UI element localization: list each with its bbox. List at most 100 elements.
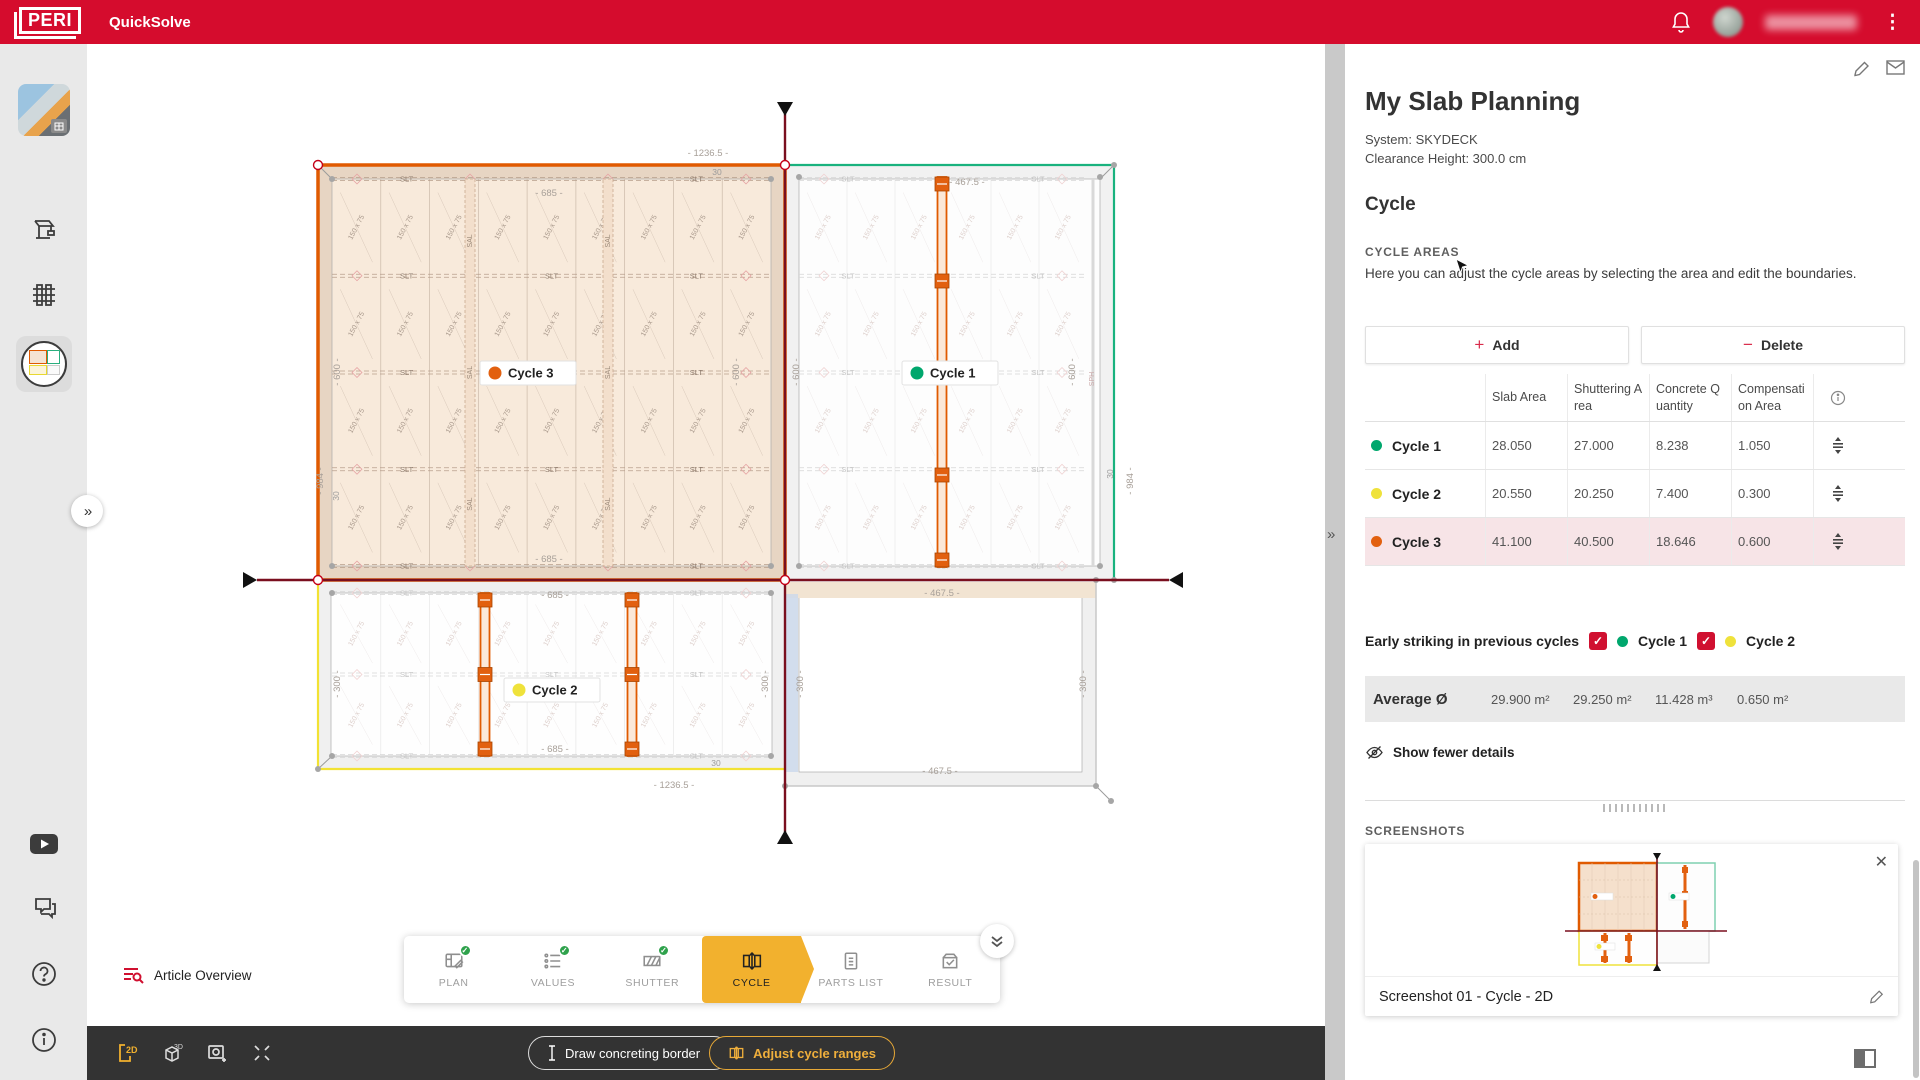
completed-badge-icon: ✓	[459, 944, 472, 957]
tab-label: PLAN	[439, 977, 469, 989]
help-icon	[30, 960, 58, 988]
sidebar-item-youtube[interactable]	[0, 834, 87, 854]
tab-label: PARTS LIST	[818, 977, 883, 989]
sidebar-item-feedback[interactable]	[0, 896, 87, 922]
cycle-name: Cycle 1	[1392, 438, 1441, 454]
adjust-boundaries-icon[interactable]	[1830, 533, 1846, 550]
article-overview-button[interactable]: Article Overview	[123, 966, 252, 984]
svg-text:SAL: SAL	[467, 366, 474, 379]
completed-badge-icon: ✓	[558, 944, 571, 957]
svg-text:30: 30	[711, 758, 721, 768]
column-header: Compensation Area	[1731, 374, 1813, 421]
cycle-boundary-beam[interactable]	[478, 593, 492, 756]
adjust-cycle-ranges-button[interactable]: Adjust cycle ranges	[709, 1036, 895, 1070]
early-striking-checkbox[interactable]: ✓	[1589, 632, 1607, 650]
tab-parts-list[interactable]: PARTS LIST	[801, 936, 900, 1003]
svg-text:SAL: SAL	[467, 497, 474, 510]
svg-text:SLT: SLT	[690, 465, 704, 474]
tab-values[interactable]: ✓VALUES	[503, 936, 602, 1003]
adjust-boundaries-icon[interactable]	[1830, 437, 1846, 454]
table-row[interactable]: Cycle 220.55020.2507.4000.300	[1365, 470, 1905, 518]
svg-text:SLT: SLT	[841, 175, 855, 184]
completed-badge-icon: ✓	[657, 944, 670, 957]
value-cell: 41.100	[1485, 518, 1567, 565]
panel-resize-divider[interactable]: »	[1325, 44, 1345, 1080]
cycle-boundary-beam[interactable]	[625, 593, 639, 756]
add-cycle-button[interactable]: + Add	[1365, 326, 1629, 364]
average-label: Average Ø	[1365, 691, 1485, 708]
sidebar-item-crane[interactable]	[0, 214, 87, 244]
drawing-canvas[interactable]: SLTSLTSLTSLTSLTSLTSLTSLTSLTSLTSLTSLTSLTS…	[87, 44, 1325, 1080]
early-striking-checkbox[interactable]: ✓	[1697, 632, 1715, 650]
close-icon[interactable]: ✕	[1875, 852, 1888, 872]
mail-icon[interactable]	[1886, 60, 1905, 77]
table-header-row: Slab AreaShuttering AreaConcrete Quantit…	[1365, 374, 1905, 422]
system-label: System: SKYDECK	[1365, 132, 1905, 147]
split-view-toggle[interactable]	[1854, 1049, 1876, 1068]
sidebar-item-help[interactable]	[0, 960, 87, 988]
column-header: Shuttering Area	[1567, 374, 1649, 421]
overflow-menu-icon[interactable]: ⋮	[1879, 13, 1906, 32]
text-cursor-icon	[547, 1045, 557, 1061]
svg-text:- 467.5 -: - 467.5 -	[924, 588, 959, 599]
project-thumbnail[interactable]	[18, 84, 70, 136]
screenshot-caption: Screenshot 01 - Cycle - 2D	[1379, 989, 1553, 1005]
edit-plan-icon[interactable]	[1853, 60, 1870, 77]
tab-shutter[interactable]: ✓SHUTTER	[603, 936, 702, 1003]
svg-text:SLT: SLT	[1031, 175, 1045, 184]
user-avatar[interactable]	[1713, 7, 1743, 37]
panel-scrollbar[interactable]	[1913, 860, 1919, 1078]
svg-text:Cycle 1: Cycle 1	[930, 366, 976, 381]
edit-caption-icon[interactable]	[1869, 989, 1884, 1004]
early-striking-cycle-label: Cycle 2	[1746, 633, 1795, 649]
panel-collapse-chevron-icon[interactable]: »	[1327, 526, 1333, 543]
sidebar-item-project[interactable]	[0, 84, 87, 136]
svg-text:- 685 -: - 685 -	[535, 554, 562, 565]
table-row[interactable]: Cycle 128.05027.0008.2381.050	[1365, 422, 1905, 470]
delete-cycle-button[interactable]: − Delete	[1641, 326, 1905, 364]
view-2d-button[interactable]: 2D	[114, 1040, 140, 1066]
svg-text:SLT: SLT	[400, 465, 414, 474]
screenshot-card[interactable]: ✕ Screenshot 01 - Cycle - 2D	[1365, 844, 1898, 1016]
value-cell: 0.300	[1731, 470, 1813, 517]
column-header: Concrete Quantity	[1649, 374, 1731, 421]
table-row[interactable]: Cycle 341.10040.50018.6460.600	[1365, 518, 1905, 566]
cycle-chip-cycle-3[interactable]: Cycle 3	[480, 361, 576, 385]
svg-text:2D: 2D	[126, 1045, 138, 1055]
slab-plan-thumbnail	[21, 341, 67, 387]
cycle-chip-cycle-1[interactable]: Cycle 1	[902, 361, 998, 385]
tab-plan[interactable]: ✓ PLAN	[404, 936, 503, 1003]
svg-text:- 600 -: - 600 -	[332, 358, 343, 385]
tabbar-collapse-button[interactable]	[980, 924, 1014, 958]
draw-concreting-border-button[interactable]: Draw concreting border	[528, 1036, 731, 1070]
cycle-color-dot	[1725, 636, 1736, 647]
left-sidebar	[0, 44, 87, 1080]
notifications-bell-icon[interactable]	[1671, 11, 1691, 33]
sidebar-item-wall-formwork[interactable]	[0, 280, 87, 310]
screenshot-button[interactable]	[204, 1040, 230, 1066]
user-name-redacted	[1765, 15, 1857, 30]
slab-plan-drawing[interactable]: SLTSLTSLTSLTSLTSLTSLTSLTSLTSLTSLTSLTSLTS…	[87, 44, 1325, 1026]
svg-text:SAL: SAL	[605, 234, 612, 247]
sidebar-item-slab-planning[interactable]	[0, 336, 87, 392]
drag-handle[interactable]	[1603, 804, 1669, 812]
view-3d-button[interactable]: 3D	[159, 1040, 185, 1066]
workflow-tabbar: ✓PLAN✓VALUES✓SHUTTERCYCLEPARTS LISTRESUL…	[404, 936, 1000, 1003]
average-value: 0.650 m²	[1731, 692, 1813, 707]
tab-cycle[interactable]: CYCLE	[702, 936, 801, 1003]
value-cell: 18.646	[1649, 518, 1731, 565]
cycle-chip-cycle-2[interactable]: Cycle 2	[504, 678, 600, 702]
fit-view-button[interactable]	[249, 1040, 275, 1066]
sidebar-expand-button[interactable]: »	[71, 495, 103, 527]
svg-text:- 1236.5 -: - 1236.5 -	[688, 148, 729, 159]
plan-overlay-icon	[51, 119, 67, 133]
info-circle-icon[interactable]	[1830, 390, 1846, 406]
adjust-boundaries-icon[interactable]	[1830, 485, 1846, 502]
svg-text:SLT: SLT	[1031, 465, 1045, 474]
sidebar-item-info[interactable]	[0, 1026, 87, 1054]
empty-area[interactable]	[785, 580, 1096, 786]
value-cell: 7.400	[1649, 470, 1731, 517]
show-fewer-details-button[interactable]: Show fewer details	[1365, 744, 1905, 761]
cycle-2-area[interactable]: SLTSLTSLTSLTSLTSLTSLT150 x 75150 x 75150…	[318, 580, 785, 769]
tab-label: CYCLE	[733, 977, 771, 989]
